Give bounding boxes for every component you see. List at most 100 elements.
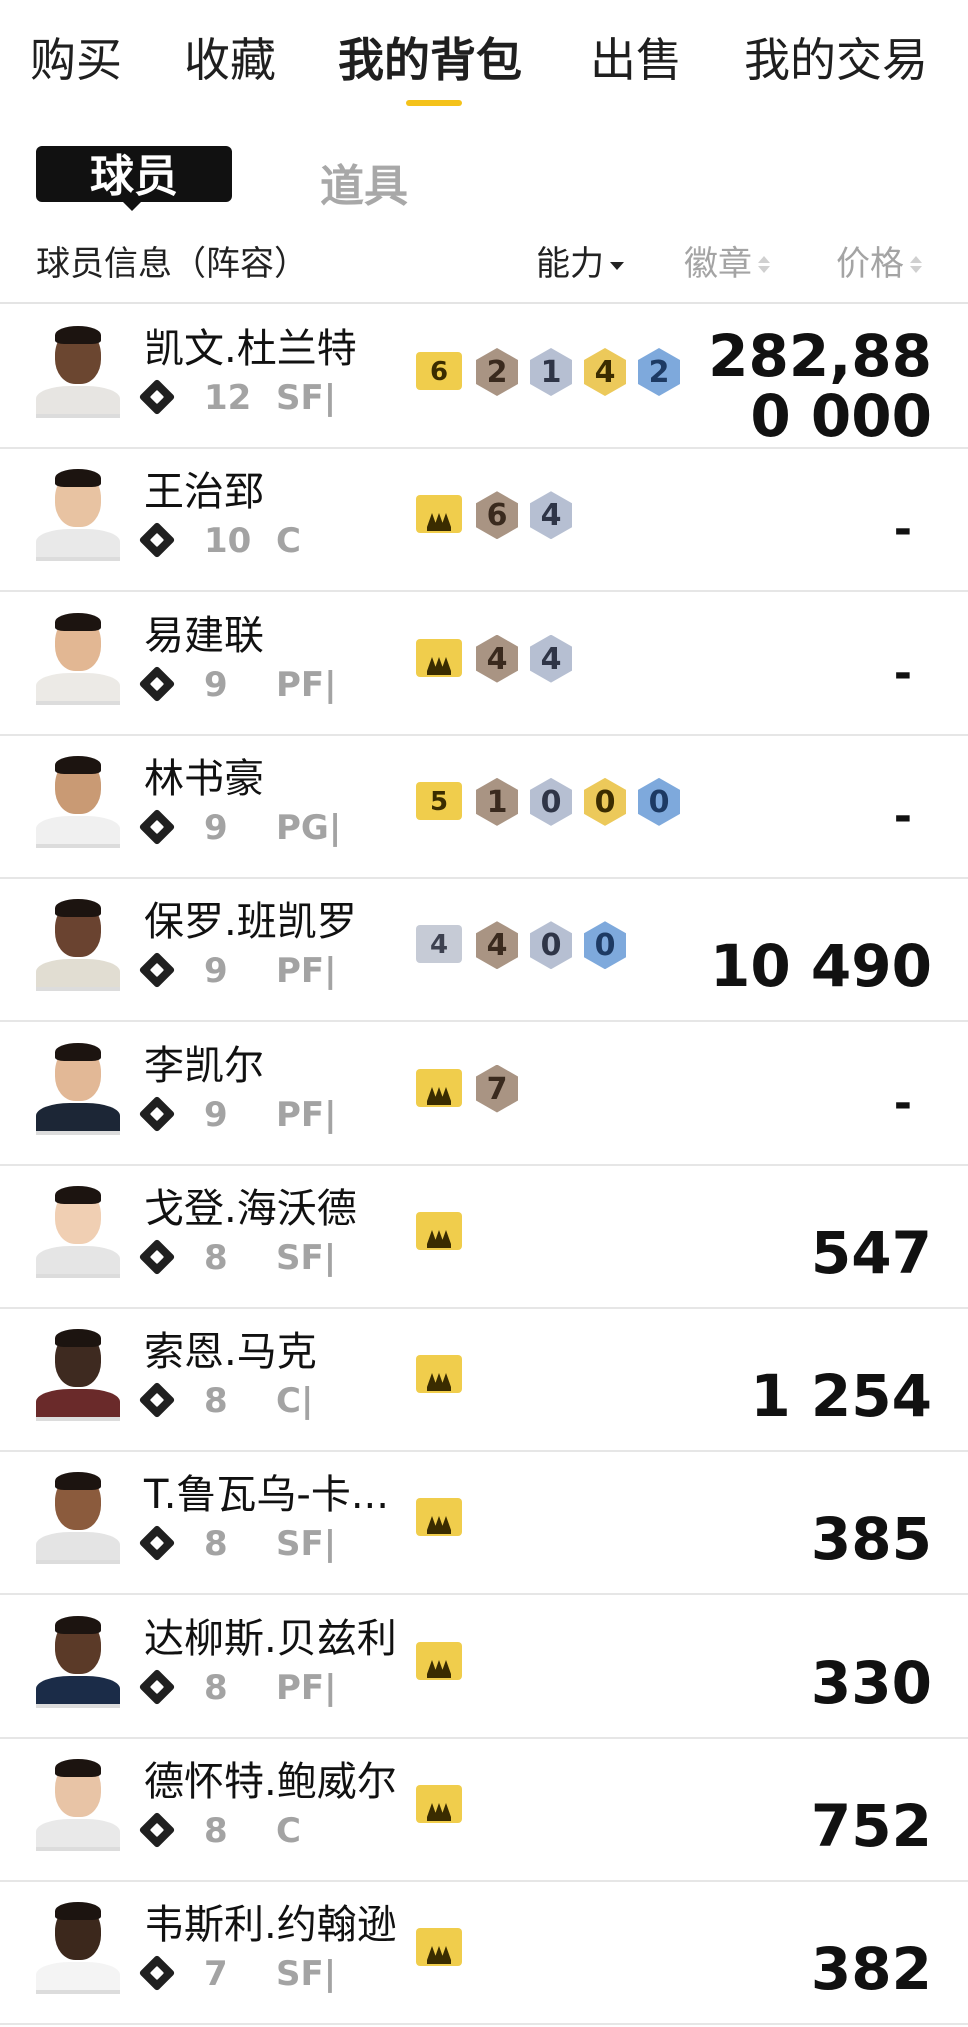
- bars-tier-icon: [138, 1381, 176, 1419]
- tab-favorites[interactable]: 收藏: [184, 30, 276, 90]
- player-avatar: [36, 895, 120, 992]
- level-badge: 5: [416, 781, 462, 820]
- player-avatar: [36, 1468, 120, 1565]
- badge-silver: 1: [530, 348, 572, 396]
- player-position: SF|: [276, 378, 337, 418]
- player-row[interactable]: 德怀特.鲍威尔 8 C 752: [0, 1737, 968, 1882]
- badge-bronze: 6: [476, 491, 518, 540]
- player-price: 10 490: [710, 935, 932, 990]
- star-tier-icon: [138, 665, 176, 702]
- player-name: 保罗.班凯罗: [144, 899, 357, 946]
- crown-icon: [416, 1498, 462, 1537]
- level-badge: 6: [416, 352, 462, 390]
- tab-my-backpack[interactable]: 我的背包: [338, 30, 522, 90]
- player-row[interactable]: 王治郅 10 C 6 4 -: [0, 447, 968, 593]
- player-row[interactable]: T.鲁瓦乌-卡... 8 SF| 385: [0, 1450, 968, 1596]
- player-price: 330: [810, 1651, 932, 1706]
- player-name: T.鲁瓦乌-卡...: [144, 1472, 389, 1519]
- player-position: C: [276, 521, 301, 562]
- subtab-players[interactable]: 球员: [36, 146, 232, 202]
- column-header-ability[interactable]: 能力: [536, 236, 624, 285]
- player-row[interactable]: 韦斯利.约翰逊 7 SF| 382: [0, 1880, 968, 2026]
- top-tab-bar: 购买 收藏 我的背包 出售 我的交易: [0, 0, 968, 118]
- player-price: -: [893, 504, 912, 550]
- badge-bronze: 1: [476, 777, 518, 826]
- player-name: 林书豪: [144, 755, 264, 802]
- bars-tier-icon: [138, 1954, 176, 1992]
- badge-gold: 0: [584, 777, 626, 826]
- sort-icon: [910, 255, 922, 274]
- badge-blue: 0: [638, 777, 680, 826]
- player-position: PF|: [276, 951, 337, 992]
- player-rating: 8: [204, 1524, 228, 1565]
- bars-tier-icon: [138, 1811, 176, 1849]
- player-price: 1 254: [750, 1365, 932, 1420]
- badge-silver: 4: [530, 634, 572, 683]
- player-rating: 8: [204, 1381, 228, 1422]
- player-row[interactable]: 保罗.班凯罗 9 PF| 4 4 0 0 10 490: [0, 877, 968, 1023]
- player-row[interactable]: 达柳斯.贝兹利 8 PF| 330: [0, 1594, 968, 1739]
- bars-tier-icon: [138, 1668, 176, 1706]
- crown-icon: [416, 1641, 462, 1680]
- player-price: 382: [810, 1938, 932, 1993]
- player-name: 易建联: [144, 612, 264, 659]
- crown-icon: [416, 1928, 462, 1967]
- column-header-badges[interactable]: 徽章: [684, 236, 770, 285]
- player-position: C|: [276, 1381, 314, 1422]
- player-position: SF|: [276, 1954, 337, 1995]
- crown-icon: [416, 638, 462, 677]
- player-avatar: [36, 465, 120, 562]
- badge-silver: 0: [530, 921, 572, 970]
- tab-my-trades[interactable]: 我的交易: [744, 30, 928, 90]
- badge-bronze: 4: [476, 634, 518, 683]
- player-avatar: [36, 1182, 120, 1278]
- sort-desc-icon: [610, 258, 624, 274]
- player-price: 385: [810, 1508, 932, 1563]
- tab-buy[interactable]: 购买: [30, 30, 122, 90]
- badge-bronze: 7: [476, 1064, 518, 1113]
- player-row[interactable]: 索恩.马克 8 C| 1 254: [0, 1307, 968, 1453]
- subtab-items[interactable]: 道具: [320, 150, 408, 214]
- player-name: 索恩.马克: [144, 1329, 317, 1376]
- player-rating: 7: [204, 1954, 228, 1995]
- player-row[interactable]: 凯文.杜兰特 12 SF| 6 2 1 4 2 282,880 000: [0, 304, 968, 449]
- star-tier-icon: [138, 808, 176, 846]
- player-name: 达柳斯.贝兹利: [144, 1615, 397, 1662]
- sort-icon: [758, 255, 770, 274]
- player-rating: 8: [204, 1811, 228, 1851]
- player-price: 752: [810, 1795, 932, 1849]
- tab-sell[interactable]: 出售: [590, 30, 682, 90]
- player-rating: 10: [204, 521, 252, 562]
- player-avatar: [36, 1325, 120, 1422]
- badge-bronze: 4: [476, 921, 518, 970]
- column-header-price[interactable]: 价格: [836, 236, 922, 285]
- player-position: PF|: [276, 1094, 337, 1135]
- player-position: PF|: [276, 664, 337, 705]
- star-tier-icon: [138, 1095, 176, 1132]
- player-row[interactable]: 李凯尔 9 PF| 7 -: [0, 1021, 968, 1166]
- player-avatar: [36, 1612, 120, 1708]
- active-tab-indicator: [406, 100, 462, 106]
- player-price: -: [893, 1077, 912, 1123]
- subtab-pointer: [122, 201, 142, 211]
- crown-icon: [416, 1785, 462, 1823]
- crown-icon: [416, 1068, 462, 1107]
- crown-icon: [416, 1211, 462, 1250]
- player-row[interactable]: 林书豪 9 PG| 5 1 0 0 0-: [0, 734, 968, 879]
- bars-tier-icon: [138, 1525, 176, 1562]
- player-avatar: [36, 1755, 120, 1851]
- player-row[interactable]: 戈登.海沃德 8 SF| 547: [0, 1164, 968, 1309]
- player-price: 547: [810, 1221, 932, 1276]
- player-rating: 9: [204, 664, 228, 705]
- player-position: C: [276, 1811, 301, 1851]
- star-tier-icon: [138, 521, 176, 559]
- badge-blue: 0: [584, 921, 626, 970]
- crown-icon: [416, 1355, 462, 1394]
- player-avatar: [36, 752, 120, 848]
- player-price: -: [893, 647, 912, 693]
- player-position: PF|: [276, 1667, 337, 1708]
- player-position: SF|: [276, 1237, 337, 1278]
- player-row[interactable]: 易建联 9 PF| 4 4 -: [0, 591, 968, 736]
- player-rating: 12: [204, 378, 252, 418]
- player-name: 韦斯利.约翰逊: [144, 1902, 397, 1949]
